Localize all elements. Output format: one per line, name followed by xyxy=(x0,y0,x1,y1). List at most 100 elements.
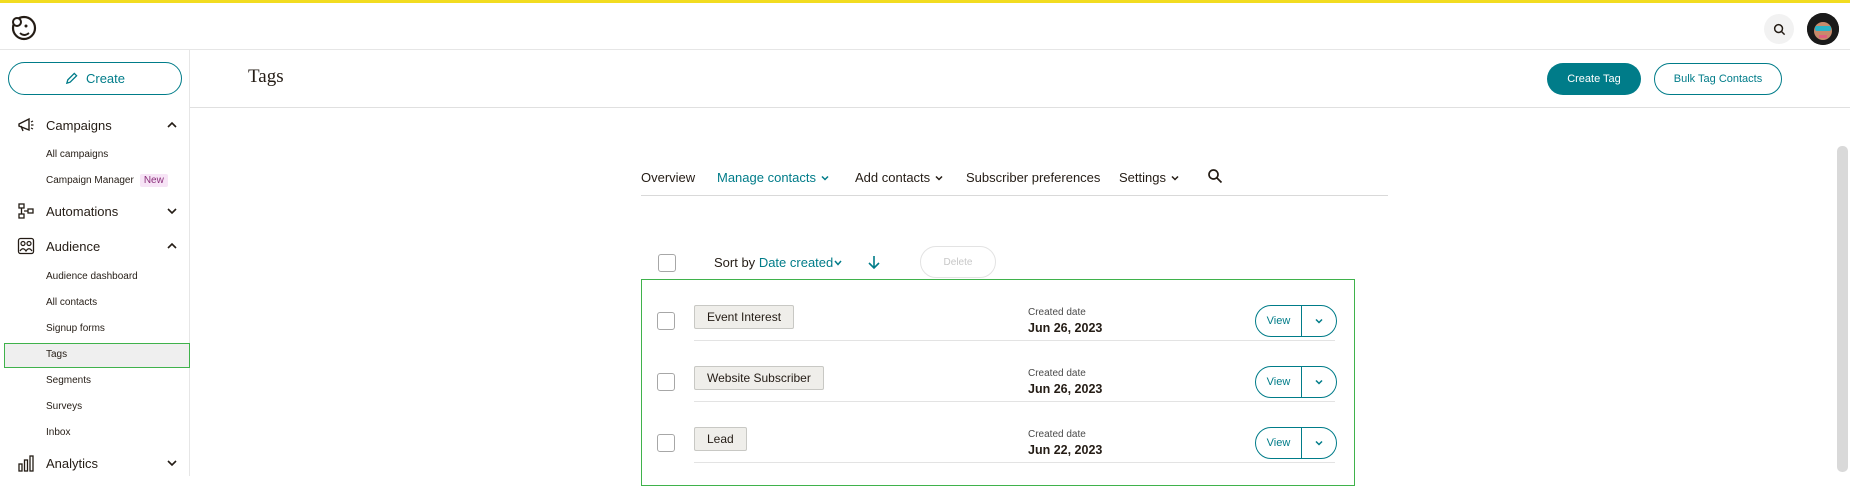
pencil-icon xyxy=(65,72,78,85)
sort-direction-arrow-icon[interactable] xyxy=(867,254,881,270)
chevron-up-icon xyxy=(167,121,177,128)
created-date-label: Created date xyxy=(1028,368,1086,379)
view-button[interactable]: View xyxy=(1256,367,1302,397)
view-options-toggle[interactable] xyxy=(1302,306,1336,336)
chevron-down-icon xyxy=(167,460,177,467)
chevron-down-icon xyxy=(1171,175,1179,181)
view-split-button: View xyxy=(1255,427,1337,459)
sidebar-item-signup-forms[interactable]: Signup forms xyxy=(46,322,105,336)
sidebar-item-tags[interactable]: Tags xyxy=(4,343,190,368)
create-button-label: Create xyxy=(85,71,126,86)
bulk-tag-contacts-button[interactable]: Bulk Tag Contacts xyxy=(1654,63,1782,95)
tag-name[interactable]: Website Subscriber xyxy=(694,366,824,390)
sidebar-item-label: Audience dashboard xyxy=(46,271,138,282)
chevron-down-icon xyxy=(1315,318,1323,324)
view-options-toggle[interactable] xyxy=(1302,428,1336,458)
sidebar-group-label: Analytics xyxy=(46,455,99,471)
subnav-label: Overview xyxy=(641,170,696,185)
tag-name[interactable]: Event Interest xyxy=(694,305,795,329)
created-date-value: Jun 26, 2023 xyxy=(1028,321,1103,335)
sidebar-item-campaign-manager[interactable]: Campaign Manager New xyxy=(46,174,168,188)
sidebar-item-label: Surveys xyxy=(46,401,83,412)
sidebar-item-audience-dashboard[interactable]: Audience dashboard xyxy=(46,270,138,284)
subnav-label: Subscriber preferences xyxy=(966,170,1101,185)
sidebar-group-automations[interactable]: Automations xyxy=(0,198,190,224)
subnav-add-contacts[interactable]: Add contacts xyxy=(855,170,944,185)
view-split-button: View xyxy=(1255,366,1337,398)
chevron-down-icon xyxy=(935,175,943,181)
chevron-up-icon xyxy=(167,242,177,249)
sort-prefix: Sort by xyxy=(714,255,756,270)
subnav-overview[interactable]: Overview xyxy=(641,170,695,185)
sort-value: Date created xyxy=(758,255,834,270)
view-split-button: View xyxy=(1255,305,1337,337)
avatar-monkey-icon xyxy=(1807,13,1839,45)
chevron-down-icon[interactable] xyxy=(833,258,843,268)
row-divider xyxy=(694,462,1335,463)
sidebar-group-label: Campaigns xyxy=(46,117,112,133)
subnav-label: Settings xyxy=(1119,170,1166,185)
sidebar-item-inbox[interactable]: Inbox xyxy=(46,426,70,440)
sidebar-group-analytics[interactable]: Analytics xyxy=(0,450,190,476)
subnav-label: Manage contacts xyxy=(717,170,817,185)
search-icon[interactable] xyxy=(1207,168,1223,184)
scrollbar[interactable] xyxy=(1837,146,1848,472)
tags-toolbar: Sort by Date created Delete xyxy=(641,246,1061,280)
global-search-button[interactable] xyxy=(1764,14,1794,44)
view-button[interactable]: View xyxy=(1256,306,1302,336)
row-checkbox[interactable] xyxy=(657,312,675,330)
sidebar-item-label: All contacts xyxy=(46,297,98,308)
chevron-down-icon xyxy=(1315,379,1323,385)
sidebar-item-label: All campaigns xyxy=(46,149,109,160)
mailchimp-logo-icon[interactable] xyxy=(8,13,38,43)
search-icon xyxy=(1773,23,1785,35)
delete-button[interactable]: Delete xyxy=(920,246,996,278)
view-button[interactable]: View xyxy=(1256,428,1302,458)
sidebar-item-label: Campaign Manager xyxy=(46,175,134,186)
megaphone-icon xyxy=(18,117,34,132)
sidebar-item-label: Segments xyxy=(46,375,92,386)
create-button[interactable]: Create xyxy=(8,62,182,95)
chevron-down-icon xyxy=(1315,440,1323,446)
created-date-label: Created date xyxy=(1028,429,1086,440)
automation-flow-icon xyxy=(18,203,34,219)
sidebar-group-audience[interactable]: Audience xyxy=(0,233,190,259)
sidebar: Create Campaigns All campaigns Campaign … xyxy=(0,50,190,476)
audience-subnav: Overview Manage contacts Add contacts Su… xyxy=(641,167,1388,196)
user-avatar[interactable] xyxy=(1807,13,1839,45)
select-all-checkbox[interactable] xyxy=(658,254,676,272)
page-title: Tags xyxy=(248,66,284,87)
sidebar-item-all-campaigns[interactable]: All campaigns xyxy=(46,148,108,162)
bar-chart-icon xyxy=(18,455,34,472)
sidebar-item-segments[interactable]: Segments xyxy=(46,374,91,388)
view-options-toggle[interactable] xyxy=(1302,367,1336,397)
chevron-down-icon xyxy=(821,175,829,181)
new-badge: New xyxy=(139,174,168,187)
page-header: Tags Create Tag Bulk Tag Contacts xyxy=(190,50,1850,108)
subnav-manage-contacts[interactable]: Manage contacts xyxy=(717,170,830,185)
subnav-subscriber-preferences[interactable]: Subscriber preferences xyxy=(966,170,1100,185)
sidebar-item-all-contacts[interactable]: All contacts xyxy=(46,296,97,310)
subnav-settings[interactable]: Settings xyxy=(1119,170,1180,185)
sidebar-item-label: Inbox xyxy=(46,427,71,438)
tag-row: Event Interest Created date Jun 26, 2023… xyxy=(642,280,1353,341)
sidebar-group-label: Automations xyxy=(46,203,119,219)
created-date-value: Jun 26, 2023 xyxy=(1028,382,1103,396)
sidebar-item-label: Signup forms xyxy=(46,323,105,334)
audience-icon xyxy=(17,237,35,255)
create-tag-button[interactable]: Create Tag xyxy=(1547,63,1641,95)
created-date-value: Jun 22, 2023 xyxy=(1028,443,1103,457)
row-checkbox[interactable] xyxy=(657,434,675,452)
tag-row: Lead Created date Jun 22, 2023 View xyxy=(642,402,1353,463)
tag-list: Event Interest Created date Jun 26, 2023… xyxy=(641,279,1355,486)
row-checkbox[interactable] xyxy=(657,373,675,391)
sort-control[interactable]: Sort by Date created xyxy=(714,255,833,270)
chevron-down-icon xyxy=(167,208,177,215)
top-bar xyxy=(0,0,1850,50)
sidebar-item-surveys[interactable]: Surveys xyxy=(46,400,82,414)
created-date-label: Created date xyxy=(1028,307,1086,318)
tag-name[interactable]: Lead xyxy=(694,427,747,451)
sidebar-group-campaigns[interactable]: Campaigns xyxy=(0,112,190,138)
subnav-label: Add contacts xyxy=(855,170,931,185)
sidebar-group-label: Audience xyxy=(46,238,101,254)
